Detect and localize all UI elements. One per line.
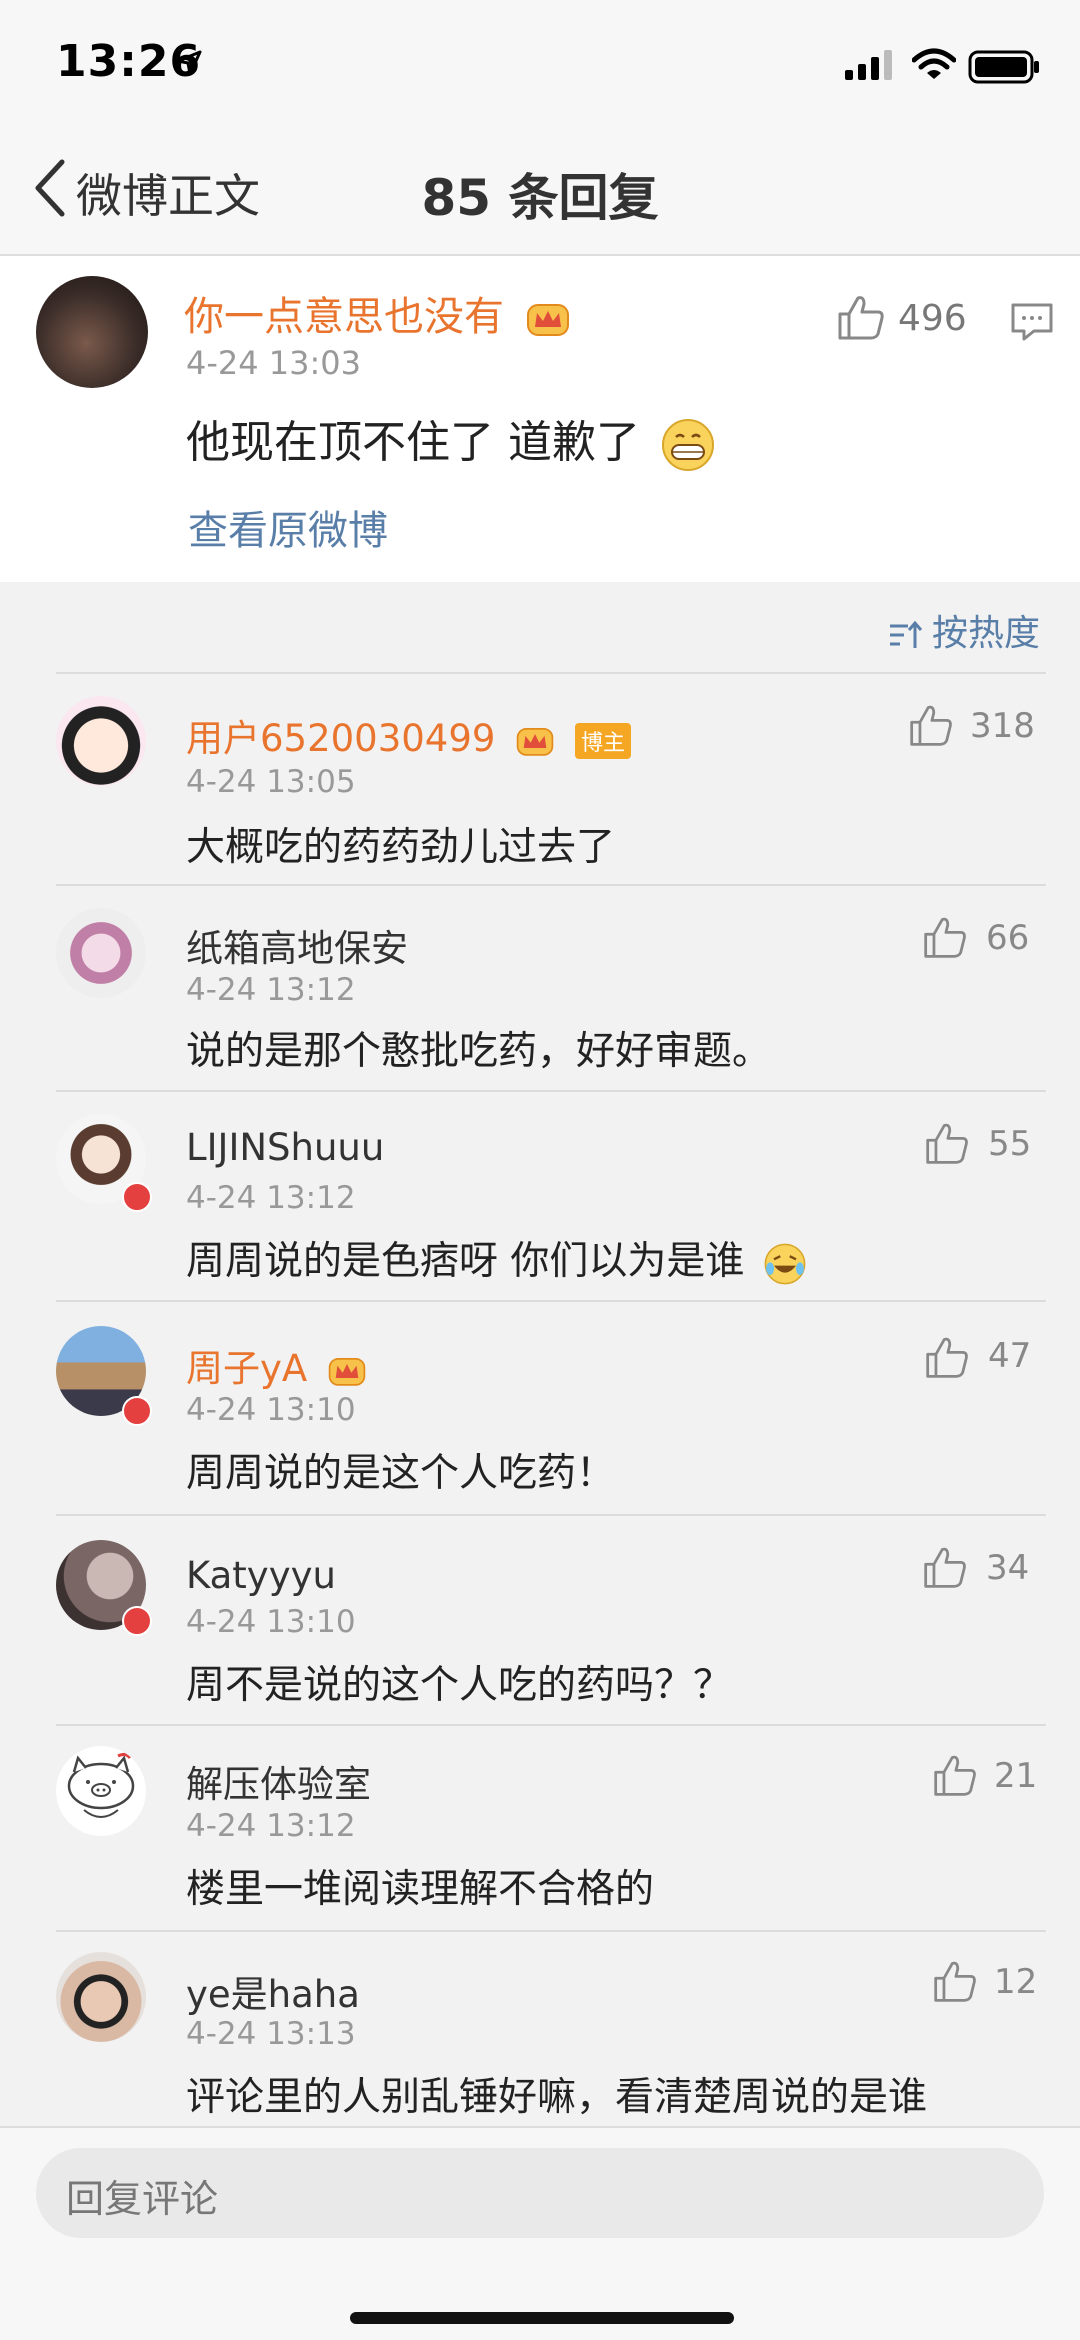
wifi-icon: [912, 48, 956, 79]
like-icon[interactable]: [836, 292, 886, 342]
comment-time: 4-24 13:10: [186, 1604, 356, 1640]
divider: [56, 1514, 1046, 1516]
divider: [56, 1724, 1046, 1726]
original-text-content: 他现在顶不住了 道歉了: [186, 417, 640, 468]
verified-badge-icon: [122, 1182, 152, 1212]
comment-author-name: 周子yA: [186, 1347, 308, 1390]
like-icon[interactable]: [922, 914, 968, 960]
comment-item: 周子yA 4-24 13:10 周周说的是这个人吃药！ 47: [0, 1300, 1080, 1514]
comment-text: 周周说的是这个人吃药！: [186, 1451, 616, 1496]
vip-crown-icon: [328, 1357, 366, 1386]
verified-badge-icon: [122, 1606, 152, 1636]
comment-time: 4-24 13:12: [186, 972, 356, 1008]
original-text: 他现在顶不住了 道歉了: [186, 406, 716, 473]
sort-icon: [889, 620, 922, 648]
comment-text: 大概吃的药药劲儿过去了: [186, 825, 616, 870]
original-comment-card: 你一点意思也没有 4-24 13:03 他现在顶不住了 道歉了 查看原微博 49…: [0, 256, 1080, 582]
comment-item: ye是haha 4-24 13:13 评论里的人别乱锤好嘛，看清楚周说的是谁 1…: [0, 1930, 1080, 2126]
comment-item: 用户6520030499 博主 4-24 13:05 大概吃的药药劲儿过去了 3…: [0, 672, 1080, 884]
host-badge: 博主: [574, 722, 631, 759]
signal-icon: [845, 50, 892, 80]
comment-author[interactable]: 周子yA: [186, 1338, 367, 1392]
like-icon[interactable]: [924, 1120, 970, 1166]
avatar[interactable]: [56, 1746, 146, 1836]
comment-text: 说的是那个憨批吃药，好好审题。: [186, 1029, 772, 1074]
reply-input[interactable]: 回复评论: [36, 2148, 1044, 2238]
like-count: 47: [988, 1336, 1032, 1376]
comment-text-content: 周周说的是色痞呀 你们以为是谁: [186, 1239, 745, 1284]
like-count: 55: [988, 1124, 1032, 1164]
comment-text: 周不是说的这个人吃的药吗？？: [186, 1663, 733, 1708]
original-author[interactable]: 你一点意思也没有: [184, 284, 571, 342]
like-count: 496: [898, 298, 967, 339]
divider: [56, 1300, 1046, 1302]
comment-author[interactable]: 解压体验室: [186, 1754, 371, 1808]
comment-author[interactable]: 用户6520030499 博主: [186, 708, 631, 762]
like-count: 318: [970, 706, 1035, 746]
like-icon[interactable]: [922, 1544, 968, 1590]
like-icon[interactable]: [908, 702, 954, 748]
home-indicator[interactable]: [350, 2312, 734, 2324]
like-icon[interactable]: [932, 1958, 978, 2004]
comment-time: 4-24 13:13: [186, 2016, 356, 2052]
bottom-bar: 回复评论: [0, 2126, 1080, 2340]
original-author-name: 你一点意思也没有: [184, 294, 504, 340]
like-count: 21: [994, 1756, 1038, 1796]
comment-author[interactable]: 纸箱高地保安: [186, 918, 408, 972]
avatar[interactable]: [56, 1952, 146, 2042]
comment-author[interactable]: ye是haha: [186, 1964, 360, 2018]
reply-placeholder: 回复评论: [66, 2177, 219, 2221]
comment-time: 4-24 13:12: [186, 1808, 356, 1844]
like-count: 12: [994, 1962, 1038, 2002]
comment-item: 纸箱高地保安 4-24 13:12 说的是那个憨批吃药，好好审题。 66: [0, 884, 1080, 1090]
avatar[interactable]: [56, 908, 146, 998]
comment-item: LIJINShuuu 4-24 13:12 周周说的是色痞呀 你们以为是谁 55: [0, 1090, 1080, 1300]
comment-item: 解压体验室 4-24 13:12 楼里一堆阅读理解不合格的 21: [0, 1724, 1080, 1930]
comment-text: 周周说的是色痞呀 你们以为是谁: [186, 1230, 807, 1286]
view-original-weibo-link[interactable]: 查看原微博: [188, 498, 388, 556]
divider: [56, 672, 1046, 674]
divider: [56, 1930, 1046, 1932]
original-time: 4-24 13:03: [186, 344, 362, 382]
vip-crown-icon: [516, 727, 554, 756]
like-icon[interactable]: [924, 1334, 970, 1380]
avatar[interactable]: [36, 276, 148, 388]
grin-emoji-icon: [662, 419, 714, 471]
battery-icon: [968, 50, 1039, 84]
vip-crown-icon: [526, 304, 569, 336]
comment-author-name: 用户6520030499: [186, 717, 496, 760]
reply-icon[interactable]: [1010, 302, 1054, 342]
comment-time: 4-24 13:12: [186, 1180, 356, 1216]
divider: [56, 1090, 1046, 1092]
comment-item: Katyyyu 4-24 13:10 周不是说的这个人吃的药吗？？ 34: [0, 1514, 1080, 1724]
divider: [56, 884, 1046, 886]
comment-time: 4-24 13:10: [186, 1392, 356, 1428]
comment-author[interactable]: Katyyyu: [186, 1554, 336, 1597]
comment-time: 4-24 13:05: [186, 764, 356, 800]
comment-text: 评论里的人别乱锤好嘛，看清楚周说的是谁: [186, 2075, 928, 2120]
page-title: 85 条回复: [421, 169, 659, 227]
sort-by-hot-button[interactable]: 按热度: [888, 604, 1040, 656]
top-bar: 13:26 微博正文 85 条回复: [0, 0, 1080, 256]
comment-text: 楼里一堆阅读理解不合格的: [186, 1867, 655, 1912]
avatar[interactable]: [56, 696, 146, 786]
sort-label: 按热度: [931, 613, 1040, 654]
comment-author[interactable]: LIJINShuuu: [186, 1126, 384, 1169]
like-count: 66: [986, 918, 1030, 958]
location-arrow-icon: [176, 50, 202, 76]
like-count: 34: [986, 1548, 1030, 1588]
verified-badge-icon: [122, 1396, 152, 1426]
like-icon[interactable]: [932, 1752, 978, 1798]
laugh-tears-emoji-icon: [764, 1243, 806, 1284]
